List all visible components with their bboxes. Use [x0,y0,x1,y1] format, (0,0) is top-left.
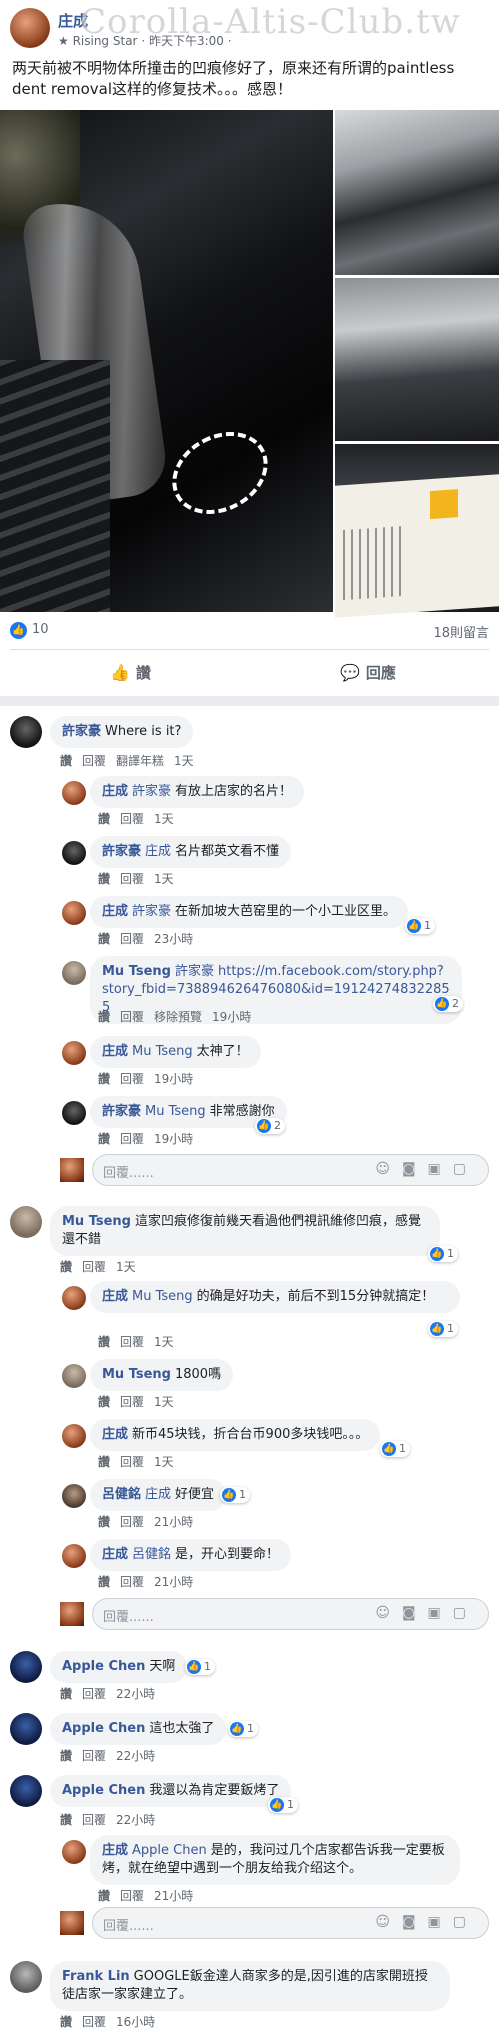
reaction-badge[interactable]: 👍 2 [255,1118,285,1134]
comment-bubble: 許家豪 Where is it? [50,716,194,748]
reaction-badge[interactable]: 👍 1 [228,1721,258,1737]
comment-bubble: Mu Tseng 這家凹痕修復前幾天看過他們視訊維修凹痕，感覺還不錯 [50,1206,440,1256]
avatar[interactable] [10,1775,42,1807]
reaction-badge[interactable]: 👍 1 [428,1246,458,1262]
business-card-image [335,474,499,618]
photo-grid [0,110,499,618]
like-link[interactable]: 讚 [60,754,72,768]
reply-input[interactable]: 回覆...... ☺◙▣▢ [92,1598,489,1630]
reaction-badge[interactable]: 👍 1 [428,1321,458,1337]
post-text: 两天前被不明物体所撞击的凹痕修好了，原来还有所谓的paintless dent … [12,59,455,98]
comment-bubble: Mu Tseng 1800嗎 [90,1359,234,1391]
comment-actions: 讚回覆 19小時 [98,1132,194,1146]
reaction-badge[interactable]: 👍 1 [268,1797,298,1813]
comment-actions: 讚回覆 22小時 [60,1813,156,1827]
comment-bubble: 庄成 Mu Tseng 太神了！ [90,1036,261,1068]
reaction-summary: 👍 10 18則留言 [0,612,499,650]
like-icon: 👍 [10,622,27,639]
comment-bubble: 許家豪 庄成 名片都英文看不懂 [90,836,292,868]
comment-bubble: Apple Chen 我還以為肯定要鈑烤了 [50,1775,292,1807]
avatar[interactable] [62,1484,86,1508]
comment-bubble: 庄成 呂健銘 是，开心到要命！ [90,1539,292,1571]
avatar[interactable] [62,1424,86,1448]
reaction-badge[interactable]: 👍 1 [220,1487,250,1503]
comment-bubble: 庄成 許家豪 有放上店家的名片！ [90,776,305,808]
thumb-icon: 👍 [110,663,130,682]
like-button[interactable]: 👍 讚 [110,662,151,683]
post-header: 庄成 ★ Rising Star · 昨天下午3:00 · Corolla-Al… [0,0,499,52]
comment-actions: 讚回覆 翻譯年糕 1天 [60,752,204,769]
photo-2[interactable] [335,110,499,275]
comment-actions: 讚回覆 22小時 [60,1749,156,1763]
comment-bubble: 庄成 Apple Chen 是的，我问过几个店家都告诉我一定要板烤，就在绝望中遇到一… [90,1835,460,1885]
comment-actions: 讚回覆 1天 [98,1335,174,1349]
avatar [60,1158,84,1182]
comment-actions: 讚回覆 19小時 [98,1072,194,1086]
comment-actions: 讚回覆 1天 [98,812,174,826]
avatar[interactable] [62,1286,86,1310]
avatar[interactable] [10,1713,42,1745]
avatar[interactable] [10,1206,42,1238]
photo-main[interactable] [0,110,333,612]
avatar[interactable] [62,1840,86,1864]
comment-actions: 讚回覆 21小時 [98,1575,194,1589]
avatar[interactable] [10,1651,42,1683]
reaction-badge[interactable]: 👍 2 [433,996,463,1012]
comment-actions: 讚回覆 23小時 [98,932,194,946]
comment-actions: 讚回覆 21小時 [98,1515,194,1529]
reaction-badge[interactable]: 👍 1 [405,918,435,934]
avatar [60,1602,84,1626]
comment-actions: 讚回覆 1天 [98,1395,174,1409]
comment-actions: 讚回覆 1天 [98,872,174,886]
comment-bubble: 庄成 新币45块钱，折合台币900多块钱吧。。。 [90,1419,381,1451]
comment-bubble: 庄成 Mu Tseng 的确是好功夫，前后不到15分钟就搞定！ [90,1281,460,1313]
translate-link[interactable]: 翻譯年糕 [116,754,164,768]
comment-bubble: 庄成 許家豪 在新加坡大芭窑里的一个小工业区里。 [90,896,409,928]
reply-input[interactable]: 回覆...... ☺◙▣▢ [92,1907,489,1939]
avatar[interactable] [62,901,86,925]
avatar [60,1911,84,1935]
comment-bubble: Apple Chen 這也太強了 [50,1713,227,1745]
composer-icons[interactable]: ☺◙▣▢ [375,1161,478,1177]
avatar[interactable] [62,1101,86,1125]
avatar[interactable] [62,1041,86,1065]
comment-count[interactable]: 18則留言 [433,622,489,641]
comment-icon: 💬 [340,663,360,682]
avatar[interactable] [62,781,86,805]
photo-3[interactable] [335,278,499,441]
comment-actions: 讚回覆 移除預覽 19小時 [98,1010,252,1024]
avatar[interactable] [10,716,42,748]
avatar[interactable] [62,1364,86,1388]
comments-list: 許家豪 Where is it? 讚回覆 翻譯年糕 1天 庄成 許家豪 有放上店家的名片！… [0,706,499,2030]
comment-bubble: Apple Chen 天啊 [50,1651,188,1683]
author-avatar[interactable] [10,8,50,48]
comment-actions: 讚回覆 22小時 [60,1687,156,1701]
avatar[interactable] [62,841,86,865]
dent-highlight-circle [158,415,282,531]
like-count[interactable]: 10 [32,622,49,637]
watermark: Corolla-Altis-Club.tw [80,2,461,42]
comment-bubble: Frank Lin GOOGLE鈑金達人商家多的是,因引進的店家開班授徒店家一家家… [50,1961,450,2011]
action-bar: 👍 讚 💬 回應 [0,650,499,696]
timestamp[interactable]: 1天 [174,754,194,768]
comment-actions: 讚回覆 1天 [60,1260,136,1274]
reply-link[interactable]: 回覆 [82,754,106,768]
reaction-badge[interactable]: 👍 1 [185,1659,215,1675]
reaction-badge[interactable]: 👍 1 [380,1441,410,1457]
comment-button[interactable]: 💬 回應 [340,662,396,683]
comment-bubble: 呂健銘 庄成 好便宜 [90,1479,227,1511]
reply-input[interactable]: 回覆...... ☺◙▣▢ [92,1154,489,1186]
comment-actions: 讚回覆 21小時 [98,1889,194,1903]
comment-actions: 讚回覆 1天 [98,1455,174,1469]
avatar[interactable] [62,961,86,985]
post-card: 庄成 ★ Rising Star · 昨天下午3:00 · Corolla-Al… [0,0,499,2030]
section-separator [0,696,499,706]
avatar[interactable] [62,1544,86,1568]
avatar[interactable] [10,1961,42,1993]
comment-actions: 讚回覆 16小時 [60,2015,156,2029]
